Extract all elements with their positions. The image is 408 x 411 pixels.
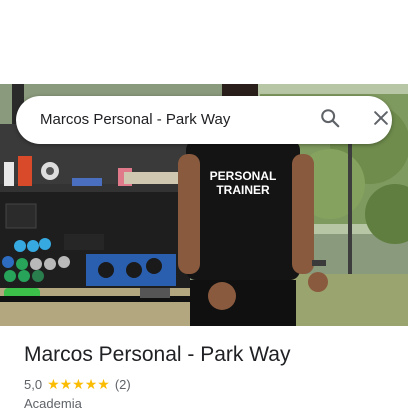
clear-search-button[interactable] (367, 106, 395, 134)
search-input[interactable]: Marcos Personal - Park Way (40, 96, 230, 144)
shirt-text-line2: TRAINER (216, 183, 270, 197)
place-info-panel: Marcos Personal - Park Way 5,0 ★★★★★ (2)… (0, 326, 408, 411)
rating-row[interactable]: 5,0 ★★★★★ (2) (24, 375, 131, 393)
place-title[interactable]: Marcos Personal - Park Way (24, 342, 290, 368)
review-count[interactable]: (2) (115, 377, 131, 392)
rating-value: 5,0 (24, 376, 43, 392)
place-category: Academia (24, 396, 82, 411)
star-icon: ★★★★★ (47, 375, 110, 392)
search-bar[interactable]: Marcos Personal - Park Way (16, 96, 392, 144)
search-icon (319, 107, 341, 134)
shirt-text-line1: PERSONAL (210, 169, 277, 183)
top-blank-area (0, 0, 408, 84)
close-icon (371, 108, 391, 133)
search-button[interactable] (316, 106, 344, 134)
